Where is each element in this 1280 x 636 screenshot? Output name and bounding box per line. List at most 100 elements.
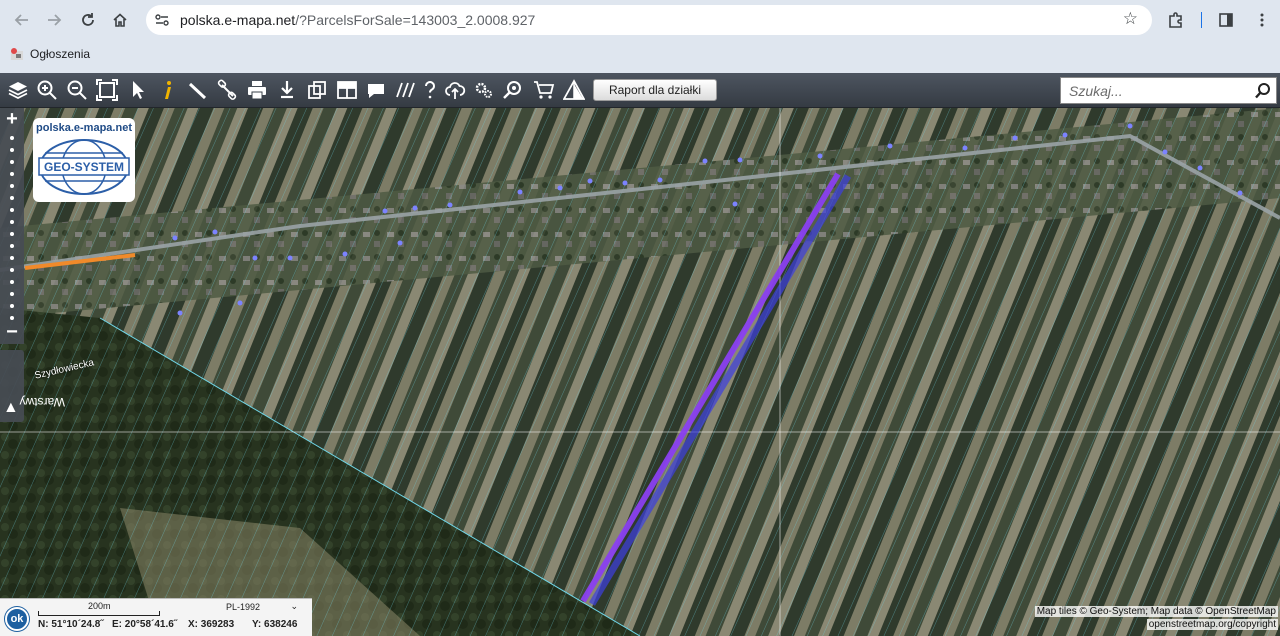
zoom-level-dot[interactable]	[10, 256, 14, 260]
zoom-level-dot[interactable]	[10, 220, 14, 224]
aerial-imagery	[0, 108, 1280, 636]
zoom-extent-icon	[96, 79, 118, 101]
zoom-out-tool[interactable]	[65, 78, 89, 102]
cloud-tool[interactable]	[443, 78, 467, 102]
parcel-report-button[interactable]: Raport dla działki	[593, 79, 717, 101]
reload-icon	[82, 13, 94, 26]
cart-icon	[534, 81, 555, 99]
select-tool[interactable]	[126, 78, 150, 102]
download-tool[interactable]	[275, 78, 299, 102]
zoom-in-tool[interactable]	[35, 78, 59, 102]
copy-tool[interactable]	[305, 78, 329, 102]
forward-button[interactable]	[42, 8, 66, 32]
url-text[interactable]: polska.e-mapa.net/?ParcelsForSale=143003…	[180, 12, 535, 28]
bookmark-label: Ogłoszenia	[30, 47, 91, 61]
zoom-in-icon	[37, 80, 57, 100]
zoom-slider[interactable]: + −	[0, 108, 24, 344]
zoom-in-button[interactable]: +	[2, 109, 22, 129]
layout-tool[interactable]	[335, 78, 359, 102]
home-icon	[113, 13, 127, 27]
url-host: polska.e-mapa.net	[180, 12, 296, 28]
select-arrow-icon	[133, 81, 144, 99]
layers-tool[interactable]	[6, 78, 30, 102]
zoom-level-dot[interactable]	[10, 196, 14, 200]
link-tool[interactable]	[216, 78, 240, 102]
cart-tool[interactable]	[532, 78, 556, 102]
zoom-level-dot[interactable]	[10, 244, 14, 248]
bookmark-item[interactable]: Ogłoszenia	[10, 47, 90, 61]
crs-select[interactable]: PL-1992 ⌄	[222, 601, 300, 615]
layers-panel-tab[interactable]: ▶ Warstwy	[0, 350, 65, 422]
side-panel-icon	[1219, 13, 1233, 27]
zoom-level-dot[interactable]	[10, 268, 14, 272]
geo-system-globe-logo: GEO-SYSTEM	[38, 139, 130, 195]
zoom-out-icon	[67, 80, 87, 100]
measure-tool[interactable]	[186, 78, 210, 102]
browser-menu-button[interactable]	[1250, 8, 1274, 32]
scale-bar	[38, 611, 160, 616]
zoom-level-dot[interactable]	[10, 184, 14, 188]
bookmark-star-icon[interactable]: ☆	[1123, 9, 1138, 29]
zoom-out-button[interactable]: −	[2, 322, 22, 342]
home-button[interactable]	[108, 8, 132, 32]
cloud-upload-icon	[445, 82, 466, 99]
measure-ruler-icon	[188, 82, 207, 100]
zoom-level-dot[interactable]	[10, 316, 14, 320]
bookmark-favicon-icon	[11, 48, 23, 60]
hatch-icon	[396, 82, 415, 98]
zoom-extent-tool[interactable]	[95, 78, 119, 102]
info-icon	[165, 81, 171, 99]
puzzle-icon	[1169, 12, 1182, 28]
zoom-level-dot[interactable]	[10, 136, 14, 140]
help-tool[interactable]	[418, 78, 442, 102]
info-tool[interactable]	[156, 78, 180, 102]
url-path: /?ParcelsForSale=143003_2.0008.927	[295, 12, 536, 28]
print-tool[interactable]	[245, 78, 269, 102]
crs-value: PL-1992	[226, 602, 261, 612]
address-bar[interactable]: polska.e-mapa.net/?ParcelsForSale=143003…	[146, 5, 1152, 35]
back-button[interactable]	[10, 8, 34, 32]
zoom-level-dot[interactable]	[10, 292, 14, 296]
warning-tool[interactable]	[562, 78, 586, 102]
forward-arrow-icon	[48, 14, 62, 26]
layout-icon	[337, 81, 357, 99]
logo-brand-text: GEO-SYSTEM	[44, 160, 124, 174]
hatch-tool[interactable]	[393, 78, 417, 102]
side-panel-button[interactable]	[1214, 8, 1238, 32]
site-logo[interactable]: polska.e-mapa.net GEO-SYSTEM	[33, 118, 135, 202]
map-canvas[interactable]: Szydłowiecka	[0, 108, 1280, 636]
coordinates-panel: ok 200m PL-1992 ⌄ N: 51°10´24.8˝ E: 20°5…	[0, 598, 312, 636]
back-arrow-icon	[14, 14, 28, 26]
zoom-level-dot[interactable]	[10, 208, 14, 212]
site-settings-icon[interactable]	[154, 12, 170, 28]
help-icon	[425, 81, 435, 99]
settings-tool[interactable]	[472, 78, 496, 102]
search-input[interactable]	[1061, 78, 1251, 103]
reload-button[interactable]	[76, 8, 100, 32]
layers-tab-label: ▶ Warstwy	[3, 395, 65, 412]
bookmarks-bar: Ogłoszenia	[0, 40, 1280, 72]
zoom-level-dot[interactable]	[10, 232, 14, 236]
search-box	[1060, 77, 1277, 104]
ok-button[interactable]: ok	[5, 607, 29, 631]
osm-copyright-link[interactable]: openstreetmap.org/copyright	[1146, 619, 1278, 630]
longitude-readout: E: 20°58´41.6˝	[112, 619, 178, 630]
search-icon[interactable]	[1254, 82, 1272, 100]
map-attribution: Map tiles © Geo-System; Map data © OpenS…	[1034, 606, 1278, 617]
toolbar-separator	[1201, 12, 1202, 28]
zoom-level-dot[interactable]	[10, 160, 14, 164]
extensions-button[interactable]	[1164, 8, 1188, 32]
zoom-level-dot[interactable]	[10, 280, 14, 284]
zoom-level-dot[interactable]	[10, 148, 14, 152]
comment-tool[interactable]	[364, 78, 388, 102]
zoom-level-dot[interactable]	[10, 304, 14, 308]
locate-icon	[503, 81, 521, 99]
x-coordinate-readout: X: 369283	[188, 619, 235, 630]
copy-icon	[308, 81, 326, 99]
map-toolbar: Raport dla działki	[0, 73, 1280, 108]
y-coordinate-readout: Y: 638246	[252, 619, 298, 630]
layers-label-text: Warstwy	[19, 395, 65, 409]
locate-tool[interactable]	[501, 78, 525, 102]
print-icon	[248, 81, 266, 100]
zoom-level-dot[interactable]	[10, 172, 14, 176]
